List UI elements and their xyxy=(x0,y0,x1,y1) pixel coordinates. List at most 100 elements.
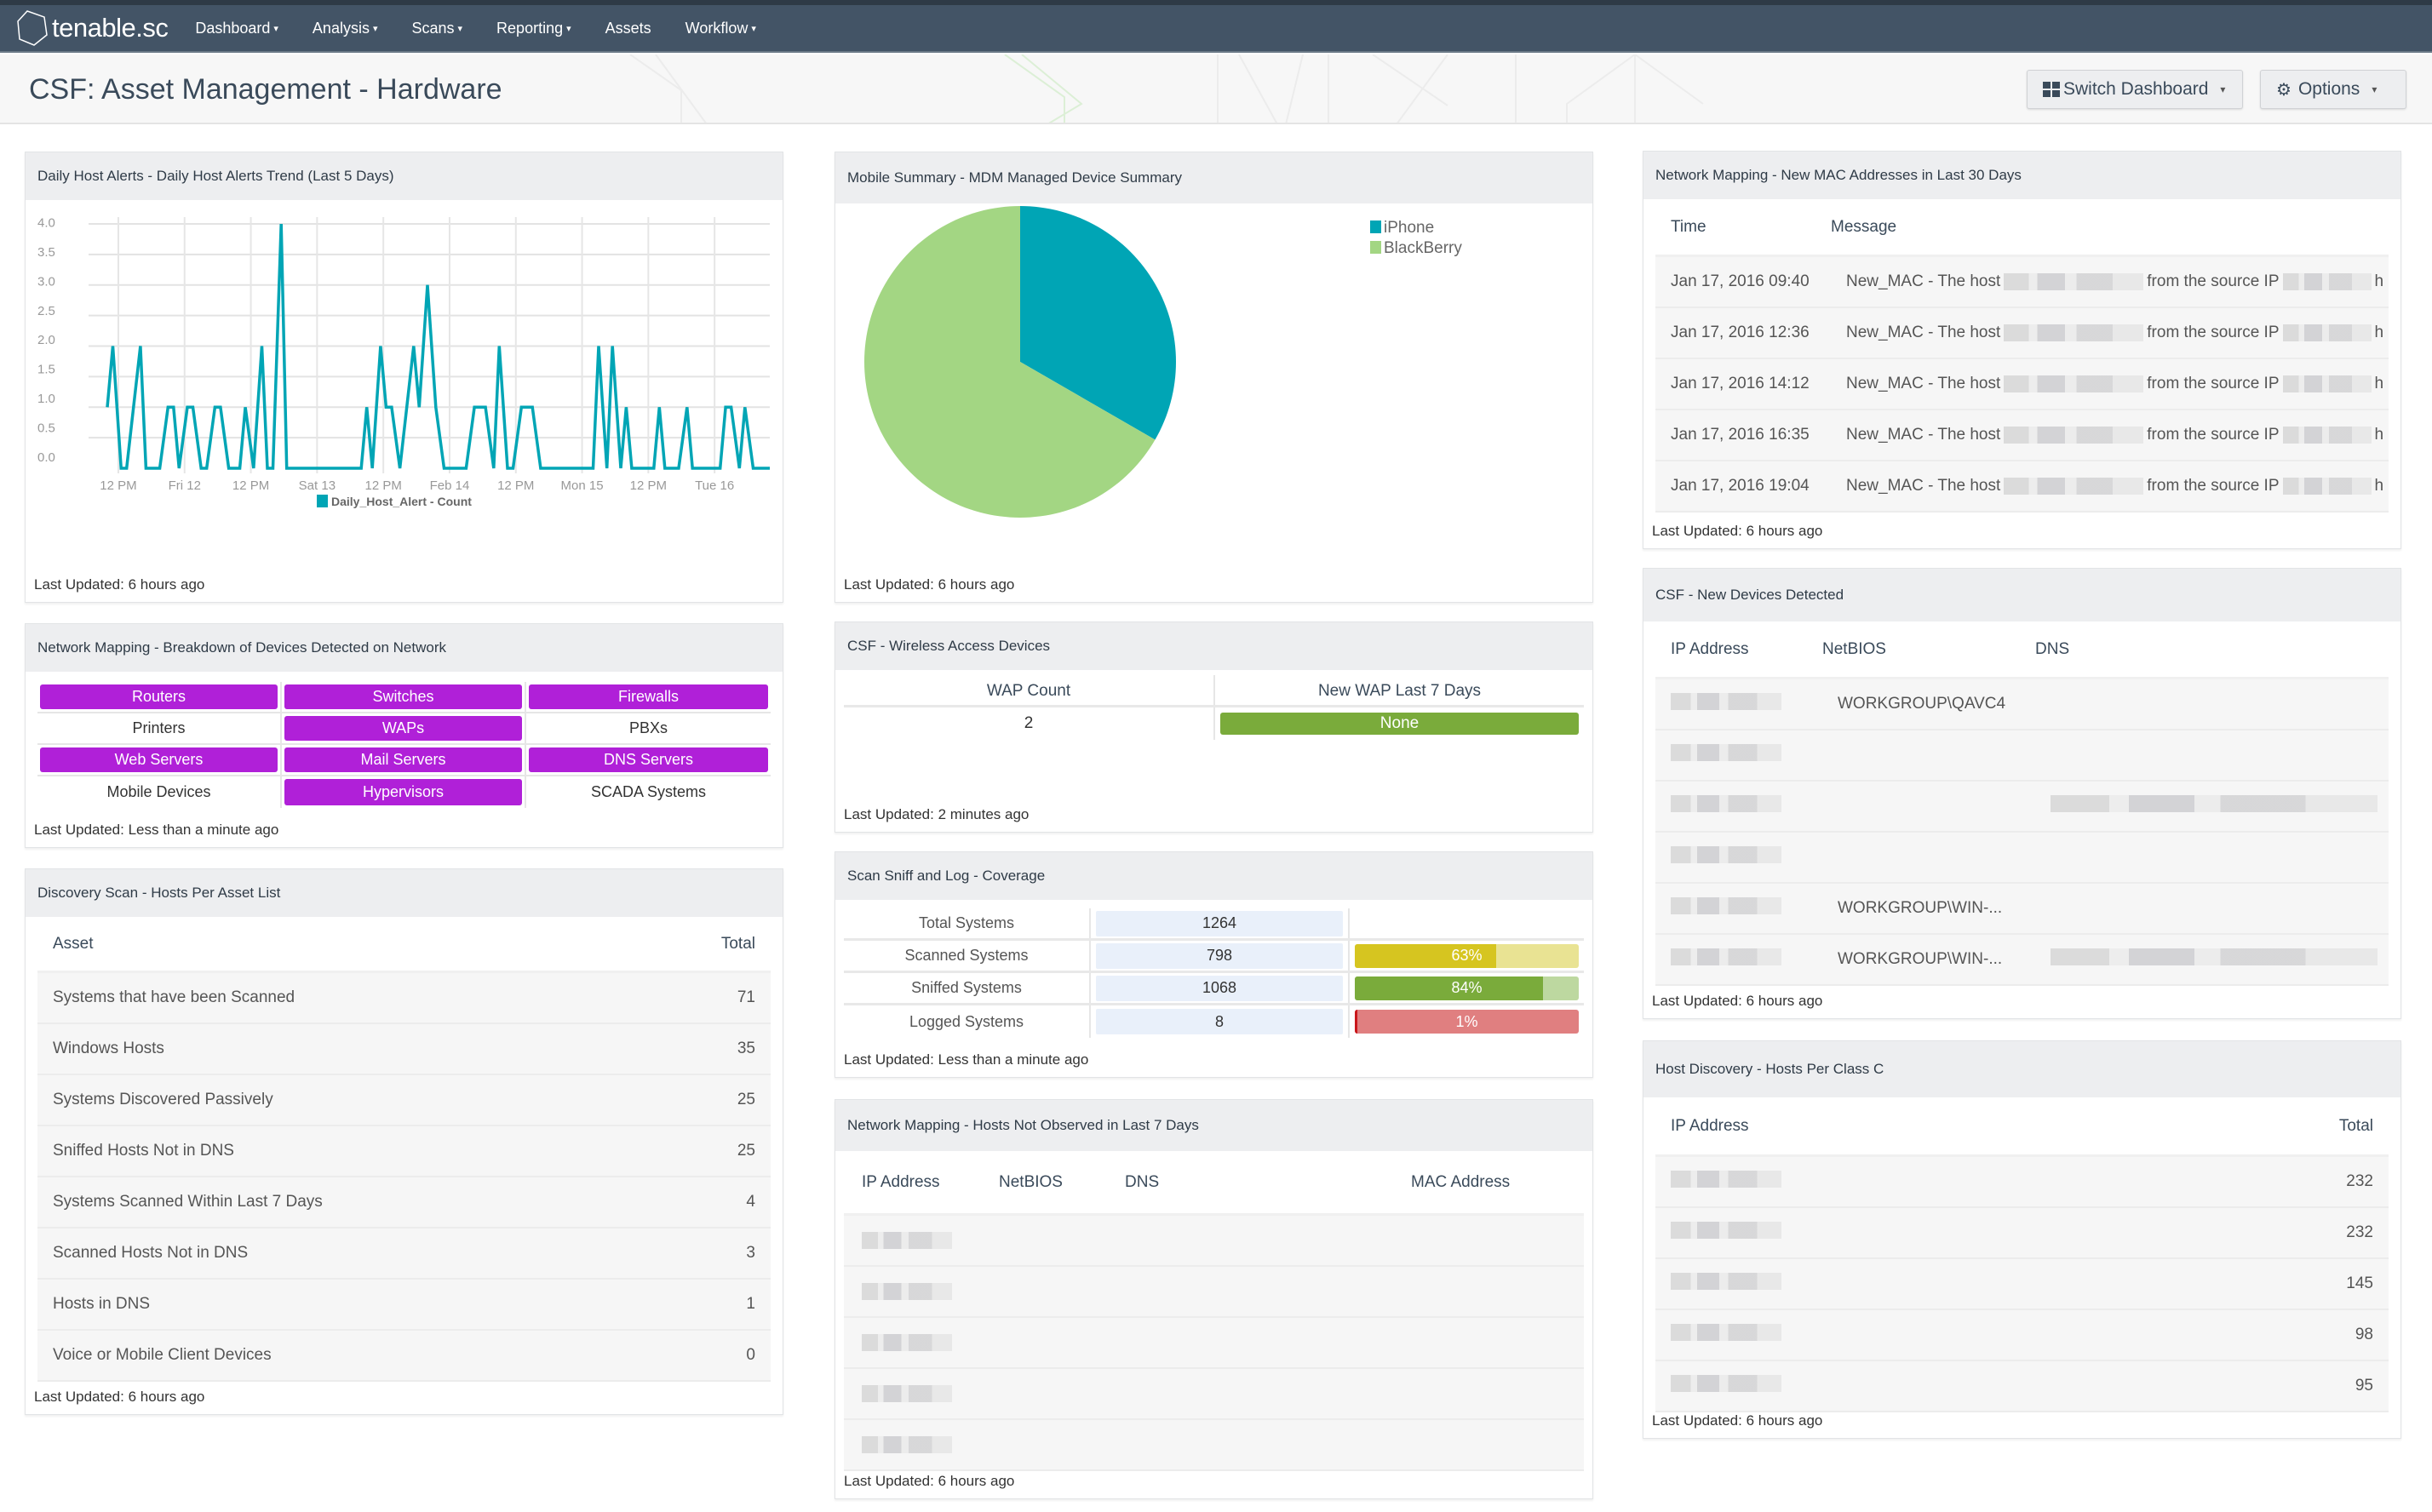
device-type-routers[interactable]: Routers xyxy=(40,684,278,709)
logo-text: tenable.sc xyxy=(52,13,169,43)
column-header-dns[interactable]: DNS xyxy=(2035,640,2069,659)
table-row[interactable]: Scanned Hosts Not in DNS 3 xyxy=(37,1228,771,1280)
logo[interactable]: tenable.sc xyxy=(15,4,169,52)
panel-title: CSF - New Devices Detected xyxy=(1643,569,2400,621)
table-row[interactable]: 145 xyxy=(1655,1259,2389,1310)
device-type-mobile-devices[interactable]: Mobile Devices xyxy=(40,779,278,805)
asset-name: Scanned Hosts Not in DNS xyxy=(53,1244,249,1262)
table-body: Jan 17, 2016 09:40 New_MAC - The host from… xyxy=(1655,257,2389,513)
nav-item-workflow[interactable]: Workflow ▾ xyxy=(685,20,756,37)
column-header-time[interactable]: Time xyxy=(1655,218,1831,237)
panel-title: Daily Host Alerts - Daily Host Alerts Tr… xyxy=(26,152,783,200)
column-header-message[interactable]: Message xyxy=(1831,218,1896,237)
nav-item-label: Workflow xyxy=(685,19,749,37)
panel-title: Scan Sniff and Log - Coverage xyxy=(835,852,1592,900)
ip-cell xyxy=(1671,846,1838,868)
legend-label-blackberry[interactable]: BlackBerry xyxy=(1384,239,1462,257)
column-header-total[interactable]: Total xyxy=(2339,1117,2373,1136)
table-row[interactable]: Voice or Mobile Client Devices 0 xyxy=(37,1331,771,1382)
nav-item-analysis[interactable]: Analysis ▾ xyxy=(313,20,378,37)
wireless-table: WAP Count New WAP Last 7 Days 2 None xyxy=(844,675,1584,740)
table-header: IP Address Total xyxy=(1655,1097,2389,1157)
legend-swatch xyxy=(1370,241,1381,254)
legend-label-iphone[interactable]: iPhone xyxy=(1384,219,1434,237)
nav-item-assets[interactable]: Assets xyxy=(605,20,651,37)
device-type-scada-systems[interactable]: SCADA Systems xyxy=(529,779,768,805)
coverage-table: Total Systems 1264 Scanned Systems 798 63% Sn… xyxy=(844,908,1584,1038)
table-row[interactable]: 232 xyxy=(1655,1208,2389,1259)
table-row[interactable] xyxy=(1655,782,2389,833)
event-time: Jan 17, 2016 16:35 xyxy=(1671,426,1810,444)
table-row[interactable]: Systems that have been Scanned 71 xyxy=(37,973,771,1024)
nav-item-reporting[interactable]: Reporting ▾ xyxy=(496,20,571,37)
panel-wireless-access: CSF - Wireless Access Devices WAP Count … xyxy=(835,621,1593,833)
message-text: New_MAC - The host xyxy=(1846,477,2001,495)
device-cell: Switches xyxy=(282,682,526,713)
table-row[interactable]: Jan 17, 2016 14:12 New_MAC - The host from… xyxy=(1655,359,2389,410)
table-row[interactable]: Systems Scanned Within Last 7 Days 4 xyxy=(37,1177,771,1228)
table-row[interactable]: WORKGROUP\QAVC4 xyxy=(1655,679,2389,730)
table-row[interactable]: Windows Hosts 35 xyxy=(37,1024,771,1075)
table-row[interactable] xyxy=(1655,833,2389,884)
column-header-ip[interactable]: IP Address xyxy=(844,1173,999,1192)
nav-item-dashboard[interactable]: Dashboard ▾ xyxy=(195,20,278,37)
mdm-pie-chart: iPhone BlackBerry xyxy=(864,206,1462,518)
device-type-hypervisors[interactable]: Hypervisors xyxy=(284,779,522,805)
legend-label[interactable]: Daily_Host_Alert - Count xyxy=(331,495,472,508)
device-type-mail-servers[interactable]: Mail Servers xyxy=(284,747,522,772)
switch-dashboard-button[interactable]: Switch Dashboard ▾ xyxy=(2027,70,2243,109)
coverage-progress-bar: 84% xyxy=(1355,976,1579,1000)
y-tick-label: 1.5 xyxy=(37,363,55,377)
y-tick-label: 1.0 xyxy=(37,392,55,406)
coverage-value: 8 xyxy=(1096,1009,1343,1034)
table-header: WAP Count New WAP Last 7 Days xyxy=(844,675,1584,707)
table-row[interactable]: 98 xyxy=(1655,1310,2389,1361)
device-type-waps[interactable]: WAPs xyxy=(284,716,522,741)
panel-hosts-per-class-c: Host Discovery - Hosts Per Class C IP Ad… xyxy=(1643,1040,2401,1439)
table-row[interactable]: Hosts in DNS 1 xyxy=(37,1280,771,1331)
x-tick-label: Fri 12 xyxy=(169,478,201,493)
column-header-dns[interactable]: DNS xyxy=(1125,1173,1411,1192)
table-row[interactable]: 232 xyxy=(1655,1157,2389,1208)
device-type-pbxs[interactable]: PBXs xyxy=(529,716,768,741)
table-row[interactable] xyxy=(844,1369,1584,1420)
table-row[interactable]: 95 xyxy=(1655,1361,2389,1412)
table-row[interactable]: Jan 17, 2016 16:35 New_MAC - The host from… xyxy=(1655,410,2389,461)
nav-item-label: Scans xyxy=(411,19,455,37)
redacted-ip-address xyxy=(862,1334,952,1351)
column-header-asset[interactable]: Asset xyxy=(53,935,721,954)
legend-swatch xyxy=(1370,220,1381,233)
redacted-host xyxy=(2004,375,2144,392)
column-header-ip[interactable]: IP Address xyxy=(1655,640,1822,659)
table-row[interactable]: Jan 17, 2016 09:40 New_MAC - The host from… xyxy=(1655,257,2389,308)
device-type-web-servers[interactable]: Web Servers xyxy=(40,747,278,772)
table-row[interactable] xyxy=(844,1318,1584,1369)
redacted-ip-address xyxy=(1671,1273,1781,1290)
device-type-dns-servers[interactable]: DNS Servers xyxy=(529,747,768,772)
column-header-ip[interactable]: IP Address xyxy=(1671,1117,2339,1136)
table-row[interactable] xyxy=(844,1420,1584,1471)
table-row[interactable]: Jan 17, 2016 12:36 New_MAC - The host from… xyxy=(1655,308,2389,359)
message-text: New_MAC - The host xyxy=(1846,375,2001,392)
column-header-netbios[interactable]: NetBIOS xyxy=(999,1173,1125,1192)
column-header-mac[interactable]: MAC Address xyxy=(1411,1173,1510,1192)
device-type-firewalls[interactable]: Firewalls xyxy=(529,684,768,709)
table-row[interactable] xyxy=(844,1267,1584,1318)
message-text: New_MAC - The host xyxy=(1846,324,2001,341)
coverage-bar-cell: 1% xyxy=(1348,1005,1584,1038)
table-row[interactable]: WORKGROUP\WIN-... xyxy=(1655,935,2389,986)
table-row[interactable]: Systems Discovered Passively 25 xyxy=(37,1075,771,1126)
table-row[interactable] xyxy=(1655,730,2389,782)
table-row[interactable]: WORKGROUP\WIN-... xyxy=(1655,884,2389,935)
device-type-switches[interactable]: Switches xyxy=(284,684,522,709)
nav-item-label: Assets xyxy=(605,19,651,37)
table-row[interactable] xyxy=(844,1216,1584,1267)
nav-item-scans[interactable]: Scans ▾ xyxy=(411,20,462,37)
last-updated: Last Updated: 6 hours ago xyxy=(844,1473,1015,1489)
table-row[interactable]: Sniffed Hosts Not in DNS 25 xyxy=(37,1126,771,1177)
options-button[interactable]: ⚙ Options ▾ xyxy=(2260,70,2406,109)
column-header-total[interactable]: Total xyxy=(721,935,755,954)
table-row[interactable]: Jan 17, 2016 19:04 New_MAC - The host from… xyxy=(1655,461,2389,513)
device-type-printers[interactable]: Printers xyxy=(40,716,278,741)
column-header-netbios[interactable]: NetBIOS xyxy=(1822,640,2035,659)
